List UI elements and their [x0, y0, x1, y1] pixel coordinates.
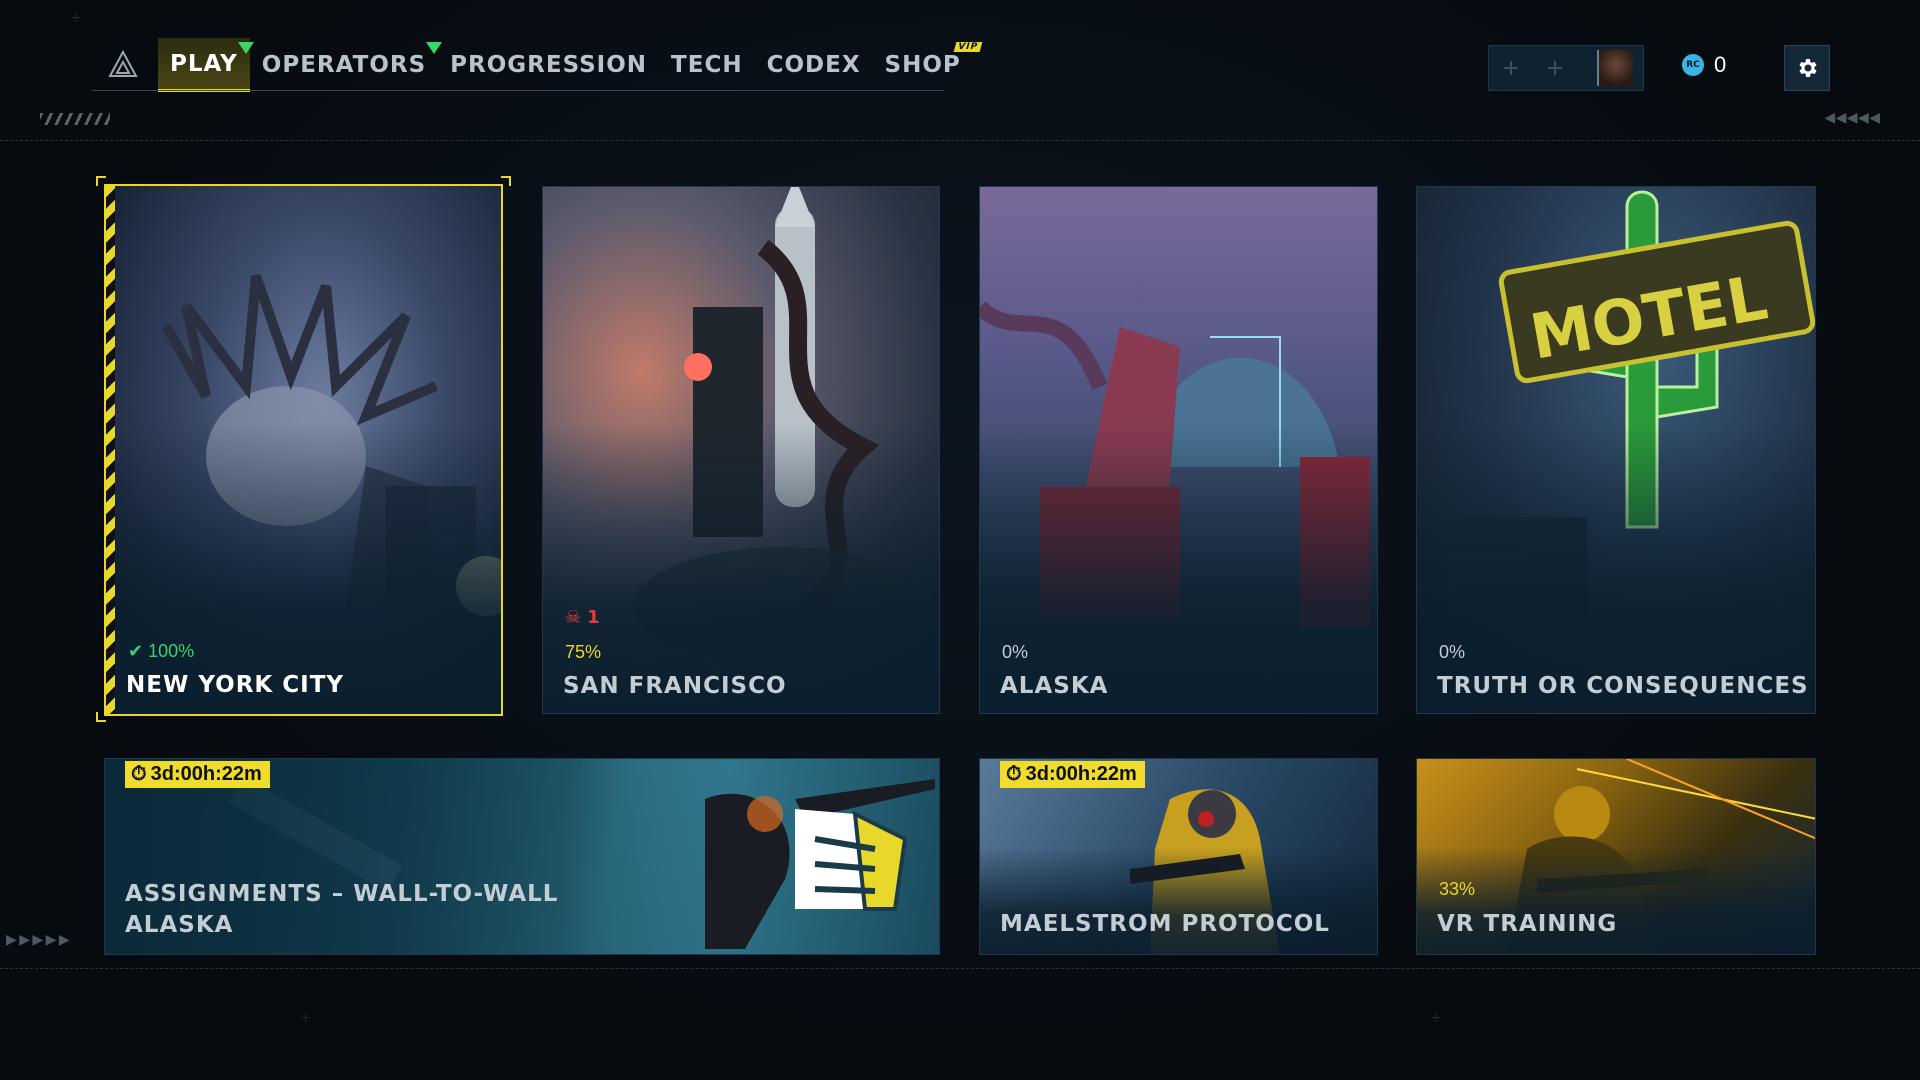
tab-progression[interactable]: PROGRESSION: [438, 38, 659, 92]
bg-cross: +: [300, 1010, 312, 1026]
tab-label: OPERATORS: [261, 52, 427, 78]
mode-title: ASSIGNMENTS – WALL-TO-WALL ALASKA: [125, 881, 559, 938]
map-card-san-francisco[interactable]: ☠ 1 75% SAN FRANCISCO: [542, 186, 940, 714]
selected-hazard-stripe: [106, 186, 115, 714]
arrows-decor: ▶ ▶ ▶ ▶ ▶: [6, 932, 70, 948]
squad-count: 1: [587, 607, 600, 628]
divider: [0, 140, 1920, 141]
arrows-decor: ◀ ◀ ◀ ◀ ◀: [1824, 110, 1880, 126]
map-progress: 0%: [1002, 642, 1029, 662]
selection-corner: [501, 176, 511, 186]
mode-card-vr-training[interactable]: 33% VR TRAINING: [1416, 758, 1816, 955]
map-title: NEW YORK CITY: [126, 672, 345, 698]
mode-card-assignments[interactable]: ⏱ 3d:00h:22m ASSIGNMENTS – WALL-TO-WALL A…: [104, 758, 940, 955]
avatar[interactable]: [1597, 50, 1633, 86]
nav-divider: [92, 90, 944, 91]
plus-icon: +: [1545, 55, 1565, 81]
checkmark-icon: ✔: [128, 641, 149, 661]
map-title: SAN FRANCISCO: [563, 673, 787, 699]
squad-indicator: ☠ 1: [565, 607, 600, 628]
side-decor: [14, 176, 38, 296]
squad-icon: ☠: [565, 607, 582, 628]
map-title: TRUTH OR CONSEQUENCES: [1437, 673, 1809, 699]
timer-value: 3d:00h:22m: [1025, 763, 1137, 785]
map-progress: 75%: [565, 642, 602, 662]
tab-label: PLAY: [170, 50, 238, 77]
map-progress: ✔ 100%: [128, 641, 194, 662]
card-shade: [1417, 187, 1815, 713]
tab-tech[interactable]: TECH: [659, 38, 755, 92]
event-timer: ⏱ 3d:00h:22m: [1000, 761, 1145, 788]
selection-corner: [96, 712, 106, 722]
game-logo-icon[interactable]: [106, 48, 140, 82]
card-shade: [543, 187, 939, 713]
tab-label: CODEX: [766, 52, 861, 78]
party-panel: + +: [1488, 45, 1644, 91]
selection-corner: [96, 176, 106, 186]
tab-codex[interactable]: CODEX: [755, 38, 873, 92]
mode-progress: 33%: [1439, 879, 1476, 899]
map-title: ALASKA: [1000, 673, 1109, 699]
stripes-decor: [40, 113, 110, 125]
currency-display: RC 0: [1682, 52, 1726, 78]
tab-play[interactable]: PLAY: [158, 38, 254, 92]
settings-button[interactable]: [1784, 45, 1830, 91]
tab-shop[interactable]: SHOP VIP: [873, 38, 983, 92]
gear-icon: [1799, 59, 1817, 77]
mode-card-maelstrom-protocol[interactable]: ⏱ 3d:00h:22m MAELSTROM PROTOCOL: [979, 758, 1378, 955]
top-nav: PLAY OPERATORS PROGRESSION TECH CODEX SH…: [92, 38, 983, 92]
divider: [0, 968, 1920, 969]
tab-operators[interactable]: OPERATORS: [250, 38, 443, 92]
map-card-alaska[interactable]: 0% ALASKA: [979, 186, 1378, 714]
map-card-new-york[interactable]: ✔ 100% NEW YORK CITY: [104, 184, 503, 716]
map-card-truth-or-consequences[interactable]: MOTEL 0% TRUTH OR CONSEQUENCES: [1416, 186, 1816, 714]
rc-currency-icon: RC: [1682, 54, 1704, 76]
event-timer: ⏱ 3d:00h:22m: [125, 761, 270, 788]
bg-cross: +: [70, 10, 82, 26]
tab-label: TECH: [671, 52, 743, 78]
invite-slot-button[interactable]: +: [1489, 46, 1533, 90]
progress-value: 100%: [148, 641, 195, 661]
map-progress: 0%: [1439, 642, 1466, 662]
plus-icon: +: [1501, 55, 1521, 81]
timer-value: 3d:00h:22m: [150, 763, 262, 785]
mode-title: VR TRAINING: [1437, 911, 1618, 937]
stopwatch-icon: ⏱: [1006, 763, 1022, 785]
tab-label: SHOP: [884, 52, 961, 78]
vip-badge: VIP: [953, 42, 983, 52]
invite-slot-button[interactable]: +: [1533, 46, 1577, 90]
card-shade: [980, 187, 1377, 713]
card-shade: [106, 186, 501, 714]
bg-cross: +: [1430, 1010, 1442, 1026]
tab-label: PROGRESSION: [450, 52, 648, 78]
stopwatch-icon: ⏱: [131, 763, 147, 785]
currency-value: 0: [1714, 52, 1727, 77]
mode-title: MAELSTROM PROTOCOL: [1000, 911, 1330, 937]
